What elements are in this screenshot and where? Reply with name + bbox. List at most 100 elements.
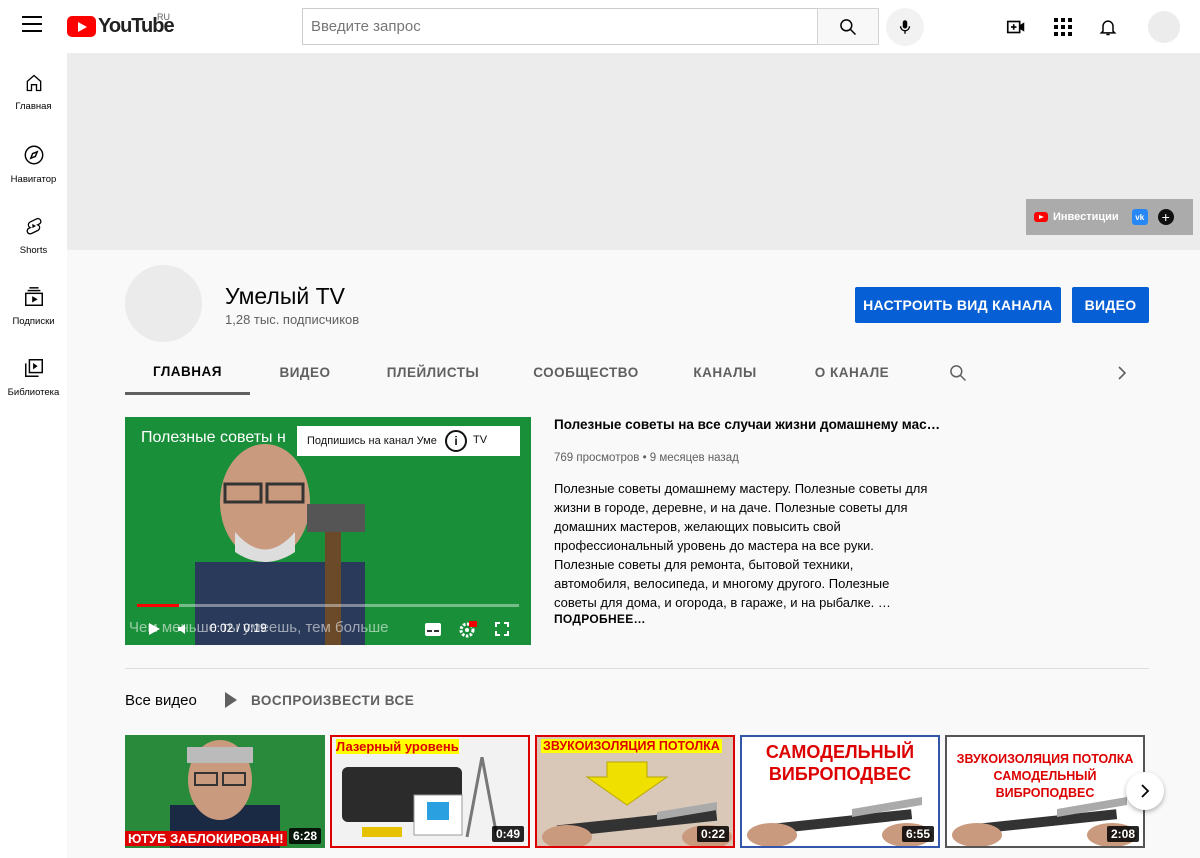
video-duration: 6:55 [901, 826, 934, 842]
fullscreen-icon[interactable] [495, 622, 509, 636]
logo-region: RU [157, 12, 170, 22]
video-thumbnail[interactable]: Лазерный уровень 0:49 [330, 735, 530, 848]
sidebar-item-explore[interactable]: Навигатор [0, 124, 67, 190]
video-thumbnail[interactable]: ЗВУКОИЗОЛЯЦИЯ ПОТОЛКА 0:22 [535, 735, 735, 848]
section-divider [125, 668, 1149, 669]
banner-link-vk[interactable]: vk [1127, 199, 1153, 235]
channel-home-content: Полезные советы н Подпишись на канал Уме… [67, 395, 1200, 858]
hamburger-menu-icon[interactable] [22, 16, 42, 36]
thumbnail-caption: ЗВУКОИЗОЛЯЦИЯ ПОТОЛКА [541, 739, 722, 753]
subscribe-popup[interactable]: Подпишись на канал Уме i TV [297, 426, 520, 456]
search-input[interactable] [302, 8, 817, 45]
sidebar-item-label: Shorts [19, 245, 48, 256]
channel-name: Умелый TV [225, 283, 345, 309]
search-icon [840, 18, 857, 35]
tab-videos[interactable]: ВИДЕО [255, 350, 355, 395]
subscribe-popup-text-end: TV [473, 434, 488, 446]
compass-icon [24, 145, 43, 165]
youtube-play-icon [67, 16, 96, 37]
tab-channels[interactable]: КАНАЛЫ [680, 350, 770, 395]
shelf-title[interactable]: Все видео [125, 692, 197, 709]
sidebar-item-label: Библиотека [7, 387, 60, 398]
thumbnail-caption: ЮТУБ ЗАБЛОКИРОВАН! [125, 831, 287, 846]
apps-button[interactable] [1050, 14, 1076, 40]
shorts-icon [26, 217, 41, 235]
play-all-button[interactable]: ВОСПРОИЗВЕСТИ ВСЕ [225, 692, 414, 708]
video-duration: 2:08 [1106, 826, 1139, 842]
volume-icon[interactable] [177, 622, 191, 636]
notifications-button[interactable] [1095, 14, 1121, 40]
subscriptions-icon [24, 287, 43, 306]
settings-gear-icon[interactable] [459, 621, 477, 639]
subtitles-icon[interactable] [425, 623, 441, 636]
play-icon [225, 692, 237, 708]
sidebar-item-label: Навигатор [10, 174, 57, 185]
banner-link-more[interactable]: + [1153, 199, 1179, 235]
play-icon[interactable] [147, 622, 161, 636]
search-button[interactable] [817, 8, 879, 45]
create-video-button[interactable] [1003, 14, 1029, 40]
channel-banner: Инвестиции vk + [67, 53, 1200, 250]
subscriber-count: 1,28 тыс. подписчиков [225, 312, 360, 327]
manage-videos-button[interactable]: ВИДЕО [1072, 287, 1149, 323]
sidebar-item-label: Подписки [12, 316, 55, 327]
featured-video-description: Полезные советы домашнему мастеру. Полез… [554, 481, 928, 610]
video-thumbnail[interactable]: ЗВУКОИЗОЛЯЦИЯ ПОТОЛКА САМОДЕЛЬНЫЙ ВИБРОП… [945, 735, 1145, 848]
player-title: Полезные советы н [141, 429, 286, 446]
create-video-icon [1006, 20, 1025, 34]
youtube-logo[interactable]: YouTube RU [67, 12, 175, 38]
banner-links: Инвестиции vk + [1026, 199, 1193, 235]
sidebar: Главная Навигатор Shorts Подписки Библио… [0, 53, 67, 858]
account-avatar[interactable] [1148, 11, 1180, 43]
tab-home[interactable]: ГЛАВНАЯ [125, 350, 250, 395]
progress-fill [137, 604, 180, 607]
subscribe-popup-text: Подпишись на канал Уме [307, 435, 437, 447]
shelf-next-button[interactable] [1126, 772, 1164, 810]
thumbnail-caption: Лазерный уровень [336, 739, 459, 754]
microphone-icon [899, 20, 911, 34]
apps-grid-icon [1054, 18, 1072, 36]
banner-link-investments[interactable]: Инвестиции [1026, 199, 1127, 235]
video-thumbnail[interactable]: САМОДЕЛЬНЫЙ ВИБРОПОДВЕС 6:55 [740, 735, 940, 848]
video-duration: 6:28 [288, 828, 321, 844]
customize-channel-button[interactable]: НАСТРОИТЬ ВИД КАНАЛА [855, 287, 1061, 323]
featured-video-player[interactable]: Полезные советы н Подпишись на канал Уме… [125, 417, 531, 645]
channel-avatar [125, 265, 202, 342]
video-progress-bar[interactable] [137, 604, 519, 607]
video-duration: 0:22 [696, 826, 729, 842]
video-thumbnail[interactable]: ЮТУБ ЗАБЛОКИРОВАН! 6:28 [125, 735, 325, 848]
voice-search-button[interactable] [886, 8, 924, 46]
tab-about[interactable]: О КАНАЛЕ [797, 350, 907, 395]
plus-icon: + [1157, 209, 1174, 225]
tab-community[interactable]: СООБЩЕСТВО [521, 350, 651, 395]
video-shelf: ЮТУБ ЗАБЛОКИРОВАН! 6:28 Лазерный уровень… [125, 735, 1145, 848]
featured-video-title[interactable]: Полезные советы на все случаи жизни дома… [554, 417, 944, 432]
search-bar [302, 8, 879, 45]
sidebar-item-shorts[interactable]: Shorts [0, 195, 67, 261]
time-display: 0:02 / 0:19 [210, 621, 267, 635]
tabs-next-button[interactable] [1107, 350, 1137, 395]
search-icon [950, 364, 967, 381]
sidebar-item-home[interactable]: Главная [0, 53, 67, 119]
youtube-icon [1034, 212, 1048, 222]
chevron-right-icon [1118, 365, 1127, 380]
show-more-link[interactable]: ПОДРОБНЕЕ… [554, 612, 944, 626]
video-duration: 0:49 [491, 826, 524, 842]
sidebar-item-label: Главная [15, 101, 52, 112]
player-controls: Чем меньше ты умеешь, тем больше 0:02 / … [125, 613, 531, 645]
banner-link-label: Инвестиции [1053, 211, 1119, 223]
channel-search-button[interactable] [943, 350, 973, 395]
chevron-right-icon [1141, 784, 1150, 798]
library-icon [24, 359, 43, 377]
top-bar: YouTube RU [0, 0, 1200, 53]
channel-header: Умелый TV 1,28 тыс. подписчиков НАСТРОИТ… [67, 250, 1200, 395]
sidebar-item-library[interactable]: Библиотека [0, 337, 67, 403]
featured-video-meta: 769 просмотров • 9 месяцев назад [554, 452, 739, 464]
thumbnail-caption: САМОДЕЛЬНЫЙ ВИБРОПОДВЕС [765, 742, 915, 784]
sidebar-item-subscriptions[interactable]: Подписки [0, 266, 67, 332]
featured-video-info: Полезные советы на все случаи жизни дома… [554, 417, 944, 626]
info-icon[interactable]: i [445, 430, 467, 452]
bell-icon [1099, 20, 1117, 36]
tab-playlists[interactable]: ПЛЕЙЛИСТЫ [375, 350, 491, 395]
vk-icon: vk [1131, 209, 1148, 225]
